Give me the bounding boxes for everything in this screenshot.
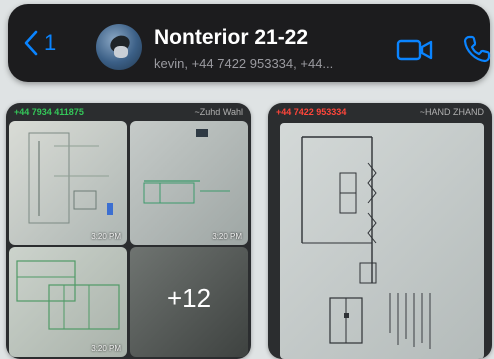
more-media-count: +12 [166,283,212,313]
chat-title[interactable]: Nonterior 21-22 [154,26,308,50]
avatar-shape-light [114,46,128,58]
media-sender-header: +44 7934 411875 ~Zuhd Wahl [6,103,251,121]
sender-name: ~Zuhd Wahl [194,107,243,117]
sender-phone[interactable]: +44 7422 953334 [276,107,346,117]
video-call-icon[interactable] [396,37,434,63]
media-thumbnail[interactable]: 3:20 PM [130,121,248,245]
media-thumbnail[interactable]: 3:20 PM [9,247,127,357]
chevron-left-icon [24,30,38,56]
drawing-sketch [143,129,230,204]
back-unread-count: 1 [44,30,57,55]
media-group-left: +44 7934 411875 ~Zuhd Wahl 3:20 PM 3:20 … [6,103,251,359]
chat-header: 1 Nonterior 21-22 kevin, +44 7422 953334… [8,4,492,82]
media-timestamp: 3:20 PM [91,232,121,241]
drawing-sketch [16,260,120,330]
group-avatar[interactable] [96,24,142,70]
media-sender-header: +44 7422 953334 ~HAND ZHAND [268,103,492,121]
chat-participants[interactable]: kevin, +44 7422 953334, +44... [154,56,333,71]
media-timestamp: 3:20 PM [91,344,121,353]
back-button[interactable]: 1 [24,30,56,56]
media-group-right: +44 7422 953334 ~HAND ZHAND [268,103,492,359]
sender-phone[interactable]: +44 7934 411875 [14,107,84,117]
phone-call-icon[interactable] [462,34,492,64]
media-thumbnail[interactable] [280,123,484,359]
media-thumbnail[interactable]: 3:20 PM [9,121,127,245]
drawing-sketch [28,132,113,224]
drawing-sketch [301,136,431,349]
more-media-button[interactable]: +12 [130,247,248,357]
media-timestamp: 3:20 PM [212,232,242,241]
sender-name: ~HAND ZHAND [419,107,484,117]
